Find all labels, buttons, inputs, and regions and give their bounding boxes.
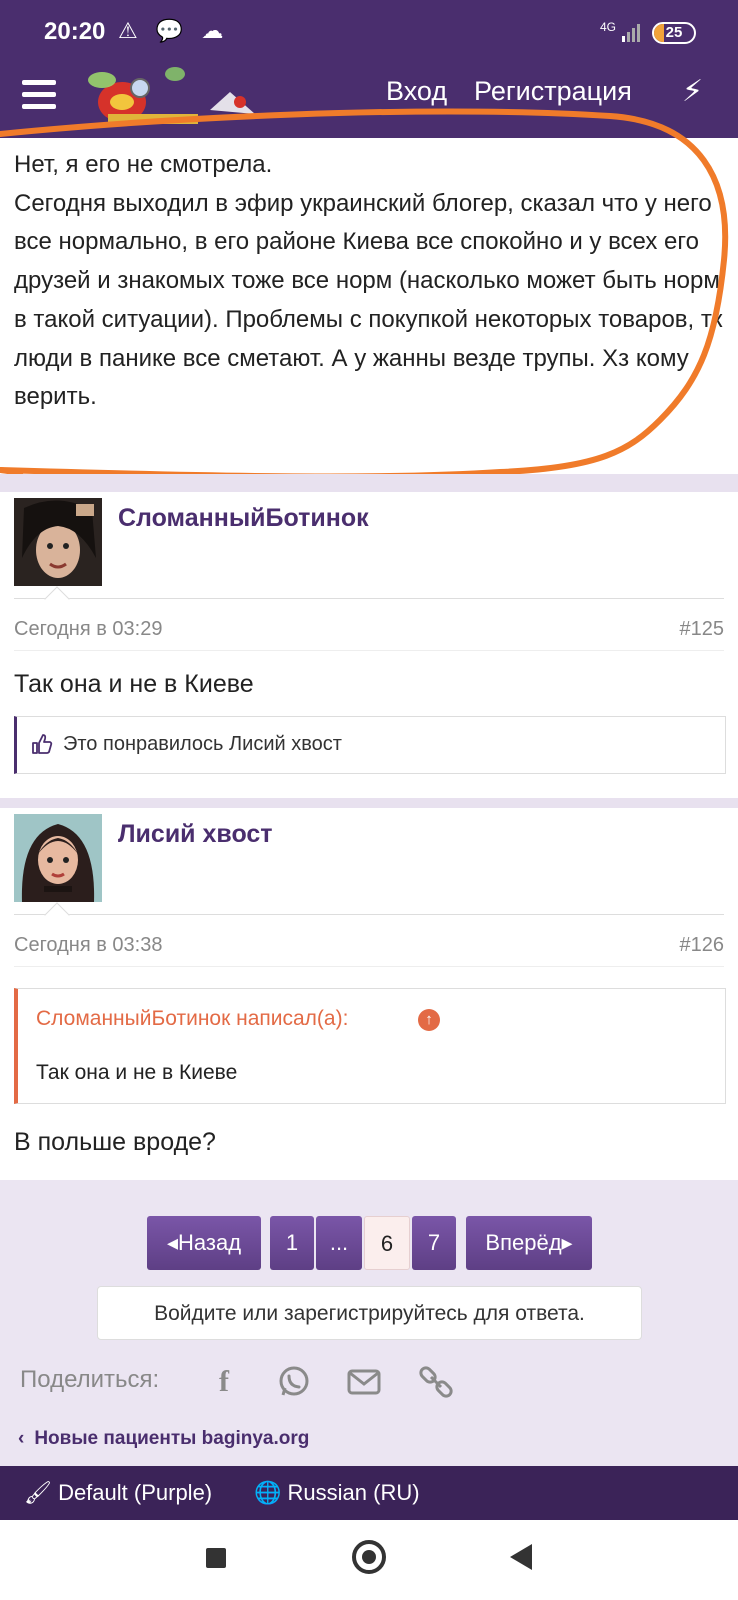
menu-icon[interactable]: [22, 80, 56, 112]
pagination-ellipsis[interactable]: ...: [316, 1216, 362, 1270]
avatar[interactable]: [14, 814, 102, 902]
avatar-pointer: [44, 902, 70, 928]
post-divider: [0, 474, 738, 492]
post-number[interactable]: #126: [680, 934, 725, 957]
share-label: Поделиться:: [20, 1366, 160, 1393]
signal-icon: [622, 20, 644, 42]
breadcrumb[interactable]: ‹ Новые пациенты baginya.org: [18, 1428, 309, 1450]
meta-divider: [14, 598, 724, 599]
pagination-page-7[interactable]: 7: [412, 1216, 456, 1270]
post-author[interactable]: Лисий хвост: [118, 820, 273, 849]
post-126: Лисий хвост Сегодня в 03:38 #126 Сломанн…: [0, 808, 738, 1180]
post-body-text: Нет, я его не смотрела. Сегодня выходил …: [14, 151, 723, 411]
paintbrush-icon: 🖌: [24, 1480, 52, 1505]
facebook-icon[interactable]: f: [206, 1364, 242, 1400]
post-author[interactable]: СломанныйБотинок: [118, 504, 369, 533]
style-label: Default (Purple): [58, 1480, 213, 1505]
avatar[interactable]: [14, 498, 102, 586]
language-chooser[interactable]: 🌐 Russian (RU): [254, 1480, 420, 1506]
pagination-page-current[interactable]: 6: [364, 1216, 410, 1270]
whats-new-icon[interactable]: ⚡: [682, 74, 703, 109]
arrow-up-circle-icon[interactable]: ↑: [418, 1009, 440, 1031]
style-chooser[interactable]: 🖌 Default (Purple): [24, 1480, 212, 1506]
whatsapp-icon[interactable]: [276, 1364, 312, 1400]
mail-icon[interactable]: [346, 1364, 382, 1400]
chevron-left-icon: ‹: [18, 1428, 25, 1449]
back-icon[interactable]: [510, 1544, 532, 1570]
post-125: СломанныйБотинок Сегодня в 03:29 #125 Та…: [0, 492, 738, 798]
top-bar: 20:20 ⚠ 💬 ☁ 4G 25 Вход Регистрация ⚡: [0, 0, 738, 138]
site-logo[interactable]: [80, 62, 270, 128]
quote-author[interactable]: СломанныйБотинок написал(а):: [36, 1007, 348, 1031]
register-link[interactable]: Регистрация: [474, 76, 632, 107]
site-nav: Вход Регистрация ⚡: [0, 62, 738, 138]
meta-divider: [14, 650, 724, 651]
status-time: 20:20: [44, 18, 106, 45]
likes-bar[interactable]: Это понравилось Лисий хвост: [14, 716, 726, 774]
recents-icon[interactable]: [206, 1548, 226, 1568]
reply-login-prompt[interactable]: Войдите или зарегистрируйтесь для ответа…: [97, 1286, 642, 1340]
meta-divider: [14, 966, 724, 967]
quote-block: СломанныйБотинок написал(а): ↑ Так она и…: [14, 988, 726, 1104]
likes-text: Это понравилось Лисий хвост: [63, 733, 342, 755]
post-body-text: В польше вроде?: [14, 1128, 216, 1156]
pagination-page-1[interactable]: 1: [270, 1216, 314, 1270]
battery-icon: 25: [652, 22, 696, 44]
login-link[interactable]: Вход: [386, 76, 447, 107]
quote-text: Так она и не в Киеве: [36, 1061, 238, 1084]
breadcrumb-link[interactable]: Новые пациенты baginya.org: [34, 1428, 309, 1449]
status-bar: 20:20 ⚠ 💬 ☁ 4G 25: [0, 0, 738, 62]
post-divider: [0, 798, 738, 808]
network-type: 4G: [600, 20, 617, 34]
meta-divider: [14, 914, 724, 915]
globe-icon: 🌐: [254, 1480, 282, 1505]
post-date[interactable]: Сегодня в 03:29: [14, 618, 162, 641]
notification-icons: ⚠ 💬 ☁: [118, 18, 230, 43]
post-body-text: Так она и не в Киеве: [14, 670, 254, 698]
post-date[interactable]: Сегодня в 03:38: [14, 934, 162, 957]
pagination-prev-button[interactable]: ◂Назад: [147, 1216, 261, 1270]
language-label: Russian (RU): [287, 1480, 420, 1505]
thumbs-up-icon: [32, 734, 53, 754]
link-icon[interactable]: [418, 1364, 454, 1400]
system-nav-bar: [0, 1520, 738, 1600]
post-number[interactable]: #125: [680, 618, 725, 641]
home-icon[interactable]: [352, 1540, 386, 1574]
footer-bar: 🖌 Default (Purple) 🌐 Russian (RU): [0, 1466, 738, 1520]
pagination-next-button[interactable]: Вперёд▸: [466, 1216, 592, 1270]
avatar-pointer: [44, 586, 70, 612]
battery-level: 25: [665, 24, 683, 41]
